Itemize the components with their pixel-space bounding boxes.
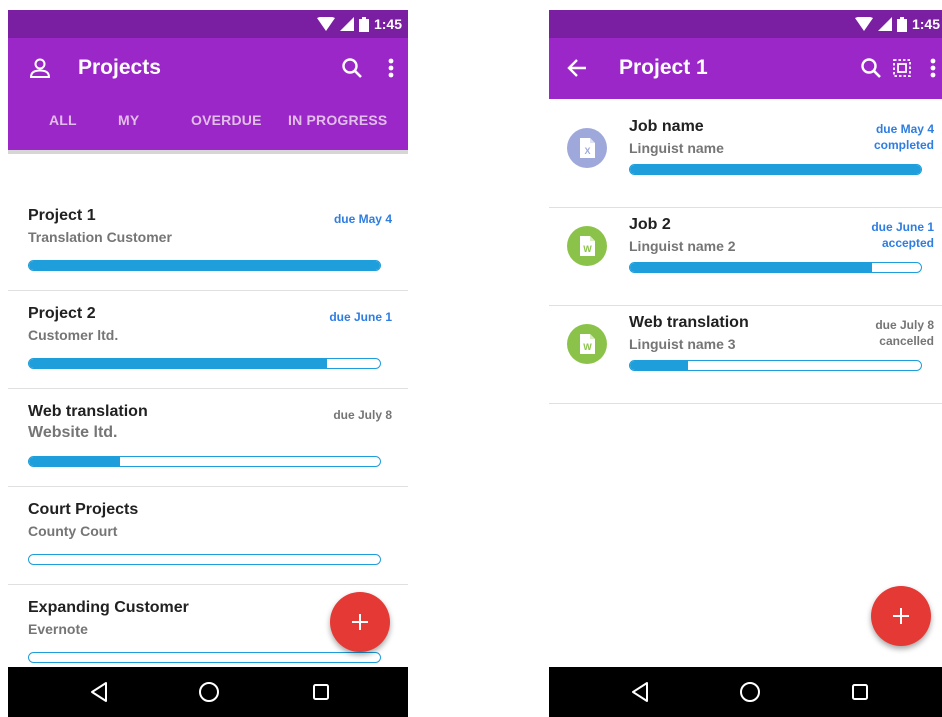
project-due-date: due July 8 — [333, 408, 392, 422]
page-title: Project 1 — [619, 56, 708, 79]
project-name: Project 2 — [28, 305, 96, 322]
svg-text:W: W — [583, 342, 592, 352]
job-row[interactable]: X Job name Linguist name due May 4 compl… — [549, 110, 942, 208]
progress-fill — [630, 263, 872, 272]
back-nav-icon[interactable] — [86, 679, 112, 705]
system-nav-bar — [8, 667, 408, 717]
job-progress-bar — [629, 262, 922, 273]
filter-tabs: ALL MY OVERDUE IN PROGRESS — [8, 99, 408, 150]
project-customer: County Court — [28, 523, 118, 539]
more-options-icon[interactable] — [921, 56, 942, 80]
project-row[interactable]: Court Projects County Court — [8, 487, 408, 585]
job-status: completed — [873, 138, 934, 152]
project-due-date: due May 4 — [333, 212, 392, 226]
add-job-button[interactable] — [871, 586, 931, 646]
project-customer: Evernote — [28, 621, 88, 637]
plus-icon — [893, 608, 909, 624]
project-detail-screen: 1:45 Project 1 X Job name Linguist name … — [549, 10, 942, 717]
project-customer: Translation Customer — [28, 229, 172, 245]
system-nav-bar — [549, 667, 942, 717]
job-name: Job 2 — [629, 216, 671, 233]
project-progress-bar — [28, 260, 381, 271]
app-bar: Projects — [8, 38, 408, 99]
account-icon[interactable] — [28, 56, 52, 80]
job-progress-bar — [629, 164, 922, 175]
job-due-date: due July 8 — [875, 318, 934, 332]
project-customer: Customer ltd. — [28, 327, 119, 343]
progress-fill — [29, 359, 328, 368]
project-row[interactable]: Web translation Website ltd. due July 8 — [8, 389, 408, 487]
job-name: Web translation — [629, 314, 749, 331]
project-progress-bar — [28, 456, 381, 467]
project-name: Court Projects — [28, 501, 139, 518]
project-name: Expanding Customer — [28, 599, 189, 616]
project-due-date: due June 1 — [329, 310, 392, 324]
status-time: 1:45 — [911, 16, 940, 32]
page-title: Projects — [78, 56, 161, 79]
job-row[interactable]: W Job 2 Linguist name 2 due June 1 accep… — [549, 208, 942, 306]
job-name: Job name — [629, 118, 704, 135]
status-bar: 1:45 — [549, 10, 942, 38]
project-row[interactable]: Project 1 Translation Customer due May 4 — [8, 193, 408, 291]
app-bar: Project 1 — [549, 38, 942, 99]
linguist-name: Linguist name 3 — [629, 336, 736, 352]
tab-my[interactable]: MY — [118, 112, 139, 128]
plus-icon — [352, 614, 368, 630]
search-icon[interactable] — [340, 56, 364, 80]
home-nav-icon[interactable] — [196, 679, 222, 705]
signal-icon — [877, 17, 892, 31]
job-status: cancelled — [879, 334, 934, 348]
search-icon[interactable] — [859, 56, 883, 80]
job-due-date: due May 4 — [875, 122, 934, 136]
project-name: Web translation — [28, 403, 148, 420]
add-project-button[interactable] — [330, 592, 390, 652]
project-row[interactable]: Project 2 Customer ltd. due June 1 — [8, 291, 408, 389]
select-all-icon[interactable] — [890, 56, 914, 80]
project-progress-bar — [28, 554, 381, 565]
tab-overdue[interactable]: OVERDUE — [191, 112, 262, 128]
project-progress-bar — [28, 652, 381, 663]
recents-nav-icon[interactable] — [847, 679, 873, 705]
project-customer: Website ltd. — [28, 424, 118, 441]
progress-fill — [630, 165, 921, 174]
project-progress-bar — [28, 358, 381, 369]
progress-fill — [630, 361, 689, 370]
wifi-icon — [854, 17, 873, 31]
home-nav-icon[interactable] — [737, 679, 763, 705]
wifi-icon — [316, 17, 335, 31]
word-file-icon: W — [567, 226, 607, 266]
job-status: accepted — [881, 236, 934, 250]
excel-file-icon: X — [567, 128, 607, 168]
progress-fill — [29, 457, 121, 466]
status-time: 1:45 — [373, 16, 402, 32]
projects-screen: 1:45 Projects ALL MY OVERDUE IN PROGRESS… — [8, 10, 408, 717]
tab-divider — [8, 150, 408, 154]
svg-text:W: W — [583, 244, 592, 254]
back-nav-icon[interactable] — [627, 679, 653, 705]
progress-fill — [29, 261, 380, 270]
tab-all[interactable]: ALL — [49, 112, 77, 128]
recents-nav-icon[interactable] — [308, 679, 334, 705]
linguist-name: Linguist name 2 — [629, 238, 736, 254]
battery-icon — [896, 16, 907, 32]
job-progress-bar — [629, 360, 922, 371]
svg-text:X: X — [584, 146, 590, 156]
battery-icon — [358, 16, 369, 32]
job-row[interactable]: W Web translation Linguist name 3 due Ju… — [549, 306, 942, 404]
job-due-date: due June 1 — [871, 220, 934, 234]
status-bar: 1:45 — [8, 10, 408, 38]
back-arrow-icon[interactable] — [565, 56, 589, 80]
tab-in-progress[interactable]: IN PROGRESS — [288, 112, 387, 128]
signal-icon — [339, 17, 354, 31]
project-name: Project 1 — [28, 207, 96, 224]
linguist-name: Linguist name — [629, 140, 724, 156]
more-options-icon[interactable] — [379, 56, 403, 80]
word-file-icon: W — [567, 324, 607, 364]
